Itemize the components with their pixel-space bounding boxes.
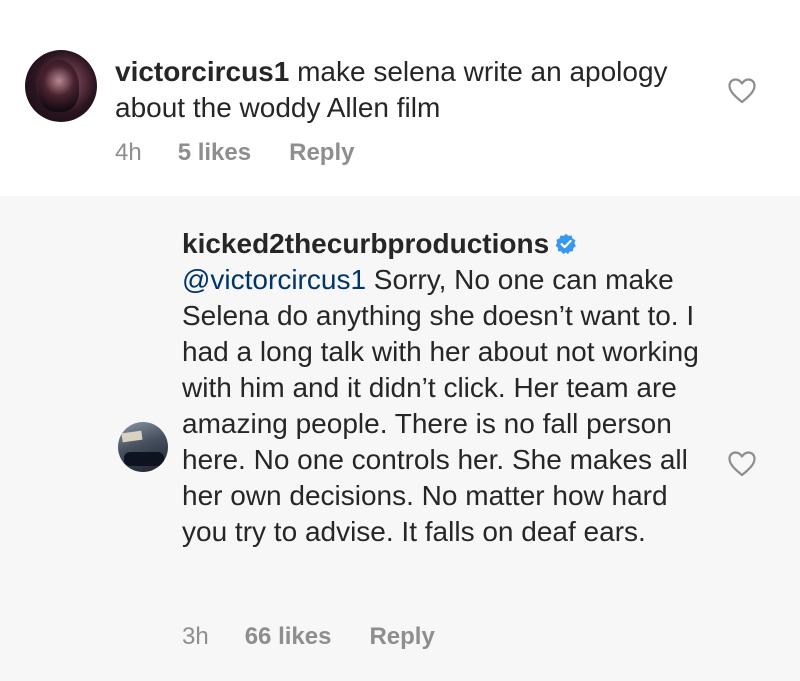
- comment-item: victorcircus1 make selena write an apolo…: [0, 0, 800, 196]
- heart-outline-icon[interactable]: [728, 451, 756, 477]
- mention-link[interactable]: @victorcircus1: [182, 264, 366, 295]
- comment-time: 4h: [115, 139, 142, 166]
- avatar[interactable]: [118, 422, 168, 472]
- comment-body: Sorry, No one can make Selena do anythin…: [182, 264, 699, 547]
- comment-likes[interactable]: 5 likes: [178, 139, 251, 167]
- reply-button[interactable]: Reply: [369, 623, 434, 651]
- comment-text: kicked2thecurbproductions @victorcircus1 …: [182, 226, 702, 550]
- verified-badge-icon: [555, 233, 577, 255]
- comment-username[interactable]: kicked2thecurbproductions: [182, 228, 549, 259]
- avatar-image: [39, 60, 79, 112]
- reply-button[interactable]: Reply: [289, 139, 354, 167]
- comment-time: 3h: [182, 623, 209, 650]
- comment-meta: 4h 5 likes Reply: [115, 139, 354, 167]
- comment-username[interactable]: victorcircus1: [115, 56, 289, 87]
- heart-outline-icon[interactable]: [728, 78, 756, 104]
- comment-meta: 3h 66 likes Reply: [182, 623, 435, 651]
- avatar-image: [121, 430, 143, 443]
- comment-likes[interactable]: 66 likes: [245, 623, 332, 651]
- comment-text: victorcircus1 make selena write an apolo…: [115, 54, 675, 126]
- avatar[interactable]: [25, 50, 97, 122]
